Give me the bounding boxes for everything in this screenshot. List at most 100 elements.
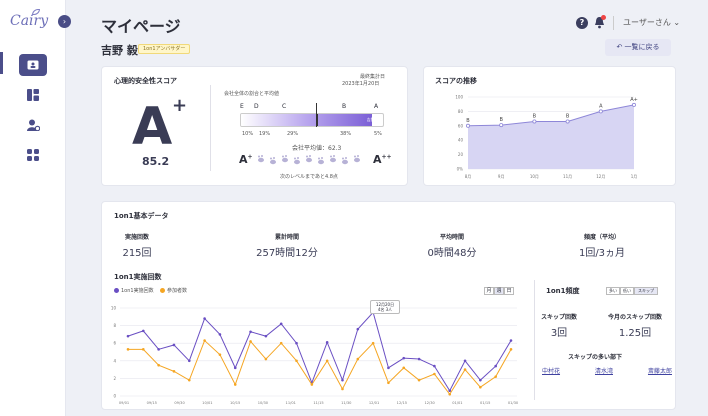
freq-title: 1on1頻度 <box>546 287 580 295</box>
nav-user-settings[interactable] <box>19 114 47 136</box>
stat-label: 平均時間 <box>439 234 464 241</box>
footprint-icon <box>258 155 264 163</box>
to-grade-letter: A <box>373 153 382 166</box>
sessions-point <box>356 327 360 331</box>
chevron-right-icon: › <box>62 17 67 26</box>
header-divider <box>613 16 614 30</box>
trend-ytick: 60 <box>458 123 464 128</box>
stat-label: 累計時間 <box>274 234 299 241</box>
freq-toggle-many[interactable]: 多い <box>606 287 620 295</box>
count-xtick: 10/30 <box>258 401 269 405</box>
from-grade-plus: + <box>247 153 253 161</box>
participants-point <box>142 348 145 351</box>
count-ytick: 0 <box>113 394 116 399</box>
grade-percent: 10% <box>242 131 254 137</box>
grade-letter: D <box>254 103 259 110</box>
sessions-point <box>218 333 222 336</box>
participants-point <box>356 357 360 361</box>
grade-letter: C <box>282 103 287 110</box>
sessions-point <box>264 334 268 338</box>
sessions-point <box>233 366 237 370</box>
grade-percent: 38% <box>340 131 352 137</box>
trend-xtick: 8月 <box>465 174 472 179</box>
user-menu[interactable]: ユーザーさん ⌄ <box>623 17 680 28</box>
sessions-point <box>494 364 497 368</box>
member-link[interactable]: 清水湾 <box>595 366 613 375</box>
psych-grade-plus: + <box>172 95 188 116</box>
trend-point-label: B <box>533 113 537 119</box>
chart-tooltip: 12月20日 4名 3人 <box>370 300 400 314</box>
to-grade: A++ <box>373 153 392 166</box>
sessions-point <box>126 334 130 338</box>
psych-title: 心理的安全性スコア <box>114 77 177 85</box>
skip-count-label: スキップ回数 <box>540 314 577 321</box>
sessions-point <box>433 364 436 368</box>
participants-point <box>509 348 513 351</box>
count-period-toggle: 月 週 日 <box>484 287 514 295</box>
back-arrow-icon: ↶ <box>616 43 625 51</box>
from-grade-letter: A <box>239 153 248 166</box>
trend-ytick: 40 <box>458 138 464 143</box>
grade-percent: 19% <box>259 131 271 137</box>
count-xtick: 12/30 <box>424 401 435 405</box>
trend-point <box>499 123 504 128</box>
back-to-list-button[interactable]: ↶ 一覧に戻る <box>605 39 671 56</box>
sessions-point <box>417 357 421 361</box>
updated-date: 2023年1月20日 <box>342 81 380 87</box>
freq-toggle-low[interactable]: 低い <box>620 287 634 295</box>
sessions-point <box>172 343 176 347</box>
stat-value: 215回 <box>122 248 152 259</box>
stat-value: 1回/3ヵ月 <box>578 248 626 259</box>
count-xtick: 09/30 <box>174 401 185 405</box>
skip-members: 中村花 清水湾 斎藤太郎 <box>542 366 672 375</box>
sidebar: Cairy <box>0 0 66 416</box>
sidebar-collapse-button[interactable]: › <box>58 15 71 28</box>
help-icon[interactable]: ? <box>576 17 588 29</box>
member-link[interactable]: 斎藤太郎 <box>648 366 672 375</box>
tooltip-b: 3人 <box>385 307 393 312</box>
sessions-point <box>203 317 206 320</box>
count-xtick: 12/01 <box>369 401 379 405</box>
nav-mypage[interactable] <box>19 54 47 76</box>
active-nav-marker <box>0 52 3 74</box>
count-xtick: 12/15 <box>397 401 407 405</box>
count-ytick: 8 <box>113 323 116 328</box>
stat-value: 257時間12分 <box>256 248 318 259</box>
toggle-day[interactable]: 日 <box>504 287 514 295</box>
trend-point-label: B <box>566 113 570 119</box>
toggle-month[interactable]: 月 <box>484 287 494 295</box>
participants-point <box>463 368 467 371</box>
trend-xtick: 9月 <box>498 174 505 179</box>
trend-point-label: A <box>599 103 603 109</box>
stat-label: 実施回数 <box>124 234 149 241</box>
legend-dot-sessions <box>114 288 119 293</box>
sessions-point <box>341 378 344 382</box>
count-xtick: 01/30 <box>508 401 519 405</box>
grade-bar: 吉野 毅 <box>240 113 384 127</box>
freq-toggle-skip[interactable]: スキップ <box>634 287 658 295</box>
bar-you-label: 吉野 毅 <box>366 117 380 122</box>
trend-xtick: 11月 <box>563 174 572 179</box>
apps-grid-icon <box>27 149 39 161</box>
trend-xtick: 10月 <box>530 174 539 179</box>
basic-data-card: 1on1基本データ 実施回数 215回 累計時間 257時間12分 平均時間 0時間48分… <box>101 201 676 410</box>
participants-point <box>325 359 329 363</box>
trend-point-label: B <box>466 118 470 124</box>
sessions-point <box>187 359 191 363</box>
count-xtick: 09/01 <box>119 401 129 405</box>
participants-point <box>233 383 237 386</box>
participants-point <box>433 372 436 376</box>
main-content: マイページ ? ユーザーさん ⌄ 吉野 毅 1on1アンバサダー ↶ 一覧に戻る… <box>66 0 708 416</box>
trend-point <box>598 109 603 114</box>
toggle-week[interactable]: 週 <box>494 287 504 295</box>
member-link[interactable]: 中村花 <box>542 366 560 375</box>
footprint-icon <box>342 157 348 165</box>
nav-dashboard[interactable] <box>19 84 47 106</box>
trend-point <box>631 102 636 107</box>
participants-point <box>310 383 314 386</box>
nav-apps[interactable] <box>19 144 47 166</box>
participants-point <box>157 363 160 367</box>
participants-point <box>295 359 298 363</box>
grade-bar-fill <box>241 114 373 126</box>
ambassador-badge: 1on1アンバサダー <box>138 44 191 54</box>
